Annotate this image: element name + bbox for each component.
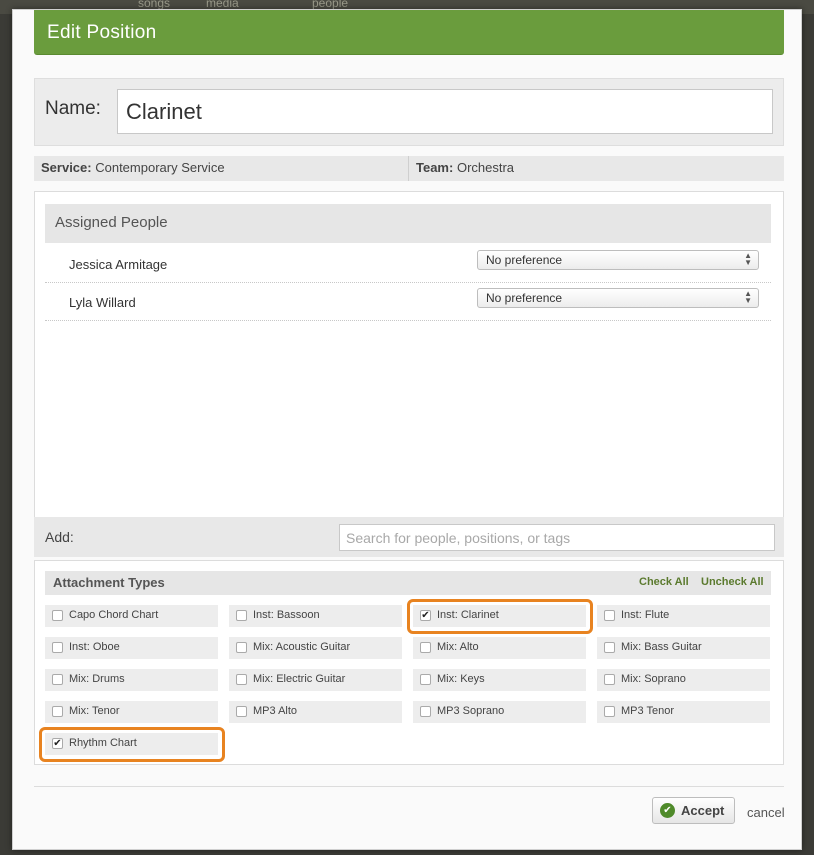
checkbox[interactable] [604,706,615,717]
select-arrows-icon: ▲ ▼ [744,251,752,267]
position-name-input[interactable] [117,89,773,134]
attachment-item[interactable]: Mix: Acoustic Guitar [229,637,402,659]
service-value: Contemporary Service [95,160,225,175]
attachment-label: Mix: Alto [437,641,479,653]
person-name: Jessica Armitage [69,257,168,272]
attachment-label: Inst: Flute [621,609,670,621]
attachment-item[interactable]: Mix: Bass Guitar [597,637,770,659]
team-label: Team: [416,160,454,175]
attachment-item[interactable]: ✔ Inst: Clarinet [413,605,586,627]
dialog-title: Edit Position [47,22,157,43]
preference-select[interactable]: No preference ▲ ▼ [477,288,759,308]
attachment-label: Mix: Keys [437,673,485,685]
attachment-label: Mix: Tenor [69,705,120,717]
checkbox[interactable] [52,706,63,717]
dialog-title-bar: Edit Position [34,10,784,55]
edit-position-dialog: Edit Position Name: Service: Contemporar… [12,9,802,850]
service-info: Service: Contemporary Service [41,160,225,175]
attachment-item[interactable]: Inst: Oboe [45,637,218,659]
attachment-item[interactable]: Mix: Soprano [597,669,770,691]
attachment-item[interactable]: Inst: Flute [597,605,770,627]
attachment-label: MP3 Soprano [437,705,505,717]
checkbox[interactable] [420,674,431,685]
attachment-types-header: Attachment Types Check All Uncheck All [45,571,771,595]
attachment-item[interactable]: Mix: Alto [413,637,586,659]
checkbox[interactable] [236,674,247,685]
checkbox-checked[interactable]: ✔ [52,738,63,749]
preference-value: No preference [486,253,563,267]
person-name: Lyla Willard [69,295,136,310]
checkbox-checked[interactable]: ✔ [420,610,431,621]
attachment-item[interactable]: Inst: Bassoon [229,605,402,627]
assigned-people-title: Assigned People [55,214,168,231]
attachment-label: Inst: Clarinet [437,609,499,621]
add-section: Add: [34,517,784,557]
checkbox[interactable] [52,610,63,621]
person-row: Lyla Willard No preference ▲ ▼ [45,283,771,321]
team-info: Team: Orchestra [416,160,514,175]
attachment-item[interactable]: MP3 Soprano [413,701,586,723]
attachment-item[interactable]: Mix: Electric Guitar [229,669,402,691]
add-label: Add: [45,529,74,545]
attachment-label: Capo Chord Chart [69,609,159,621]
attachment-label: Mix: Drums [69,673,125,685]
name-label: Name: [45,98,101,119]
cancel-link[interactable]: cancel [747,805,785,820]
attachment-item[interactable]: Capo Chord Chart [45,605,218,627]
checkbox[interactable] [604,642,615,653]
checkbox[interactable] [236,642,247,653]
accept-label: Accept [681,803,725,818]
service-team-info: Service: Contemporary Service Team: Orch… [34,156,784,181]
attachment-label: Inst: Oboe [69,641,120,653]
attachment-item[interactable]: Mix: Drums [45,669,218,691]
attachment-item[interactable]: ✔ Rhythm Chart [45,733,218,755]
person-row: Jessica Armitage No preference ▲ ▼ [45,245,771,283]
info-divider [408,156,409,181]
attachment-item[interactable]: MP3 Alto [229,701,402,723]
attachment-label: Rhythm Chart [69,737,137,749]
attachment-label: MP3 Tenor [621,705,674,717]
attachment-label: Mix: Acoustic Guitar [253,641,351,653]
attachment-types-title: Attachment Types [53,575,165,590]
checkbox[interactable] [236,610,247,621]
attachment-label: Mix: Bass Guitar [621,641,702,653]
select-arrows-icon: ▲ ▼ [744,289,752,305]
attachment-label: Inst: Bassoon [253,609,320,621]
attachment-item[interactable]: MP3 Tenor [597,701,770,723]
check-all-link[interactable]: Check All [639,576,689,588]
name-section: Name: [34,78,784,146]
attachment-label: Mix: Soprano [621,673,686,685]
attachment-label: MP3 Alto [253,705,298,717]
uncheck-all-link[interactable]: Uncheck All [701,576,764,588]
checkbox[interactable] [604,674,615,685]
attachment-item[interactable]: Mix: Keys [413,669,586,691]
assigned-people-panel: Assigned People Jessica Armitage No pref… [34,191,784,518]
add-search-input[interactable] [339,524,775,551]
checkbox[interactable] [420,706,431,717]
attachment-types-panel: Attachment Types Check All Uncheck All C… [34,560,784,765]
checkbox[interactable] [604,610,615,621]
preference-select[interactable]: No preference ▲ ▼ [477,250,759,270]
attachment-label: Mix: Electric Guitar [253,673,346,685]
assigned-people-header: Assigned People [45,204,771,243]
checkbox[interactable] [236,706,247,717]
footer-divider [34,786,784,787]
checkbox[interactable] [52,642,63,653]
checkbox[interactable] [52,674,63,685]
preference-value: No preference [486,291,563,305]
accept-button[interactable]: ✔ Accept [652,797,735,824]
checkbox[interactable] [420,642,431,653]
service-label: Service: [41,160,92,175]
check-circle-icon: ✔ [660,803,675,818]
team-value: Orchestra [456,160,515,175]
attachment-item[interactable]: Mix: Tenor [45,701,218,723]
